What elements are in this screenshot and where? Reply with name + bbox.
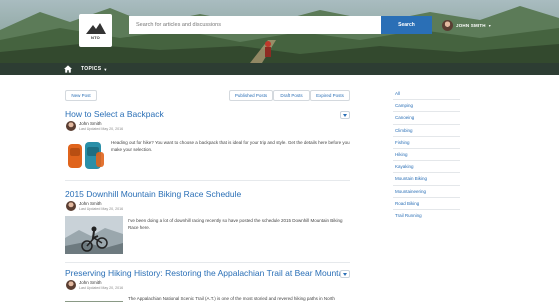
backpack-image[interactable] xyxy=(65,138,107,172)
draft-posts-button[interactable]: Draft Posts xyxy=(273,90,310,101)
divider xyxy=(65,262,350,263)
topic-road-biking[interactable]: Road Biking xyxy=(393,198,460,210)
post-excerpt: The Appalachian National Scenic Trail (A… xyxy=(128,296,335,301)
topic-mountain-biking[interactable]: Mountain Biking xyxy=(393,173,460,186)
topic-canoeing[interactable]: Canoeing xyxy=(393,112,460,125)
topic-trail-running[interactable]: Trail Running xyxy=(393,210,460,222)
expired-posts-button[interactable]: Expired Posts xyxy=(310,90,350,101)
author-avatar[interactable] xyxy=(66,121,76,131)
topic-kayaking[interactable]: Kayaking xyxy=(393,161,460,174)
nto-logo[interactable]: NTO xyxy=(79,14,112,47)
post-excerpt: Heading out for hike? You want to choose… xyxy=(111,140,350,152)
mountain-bike-image[interactable] xyxy=(65,216,123,254)
post-actions-dropdown[interactable] xyxy=(340,111,350,119)
user-name: JOHN SMITH xyxy=(456,22,486,28)
logo-text: NTO xyxy=(91,34,100,40)
avatar xyxy=(442,19,453,31)
last-updated: Last Updated May 20, 2016 xyxy=(79,286,124,290)
author-avatar[interactable] xyxy=(66,201,76,211)
appalachian-trail-image[interactable] xyxy=(65,295,123,302)
topic-fishing[interactable]: Fishing xyxy=(393,137,460,149)
author-name[interactable]: John Smith xyxy=(79,121,102,126)
author-name[interactable]: John Smith xyxy=(79,201,102,206)
topics-label: TOPICS xyxy=(81,66,102,72)
chevron-down-icon: ▼ xyxy=(103,66,108,72)
mountain-logo-icon xyxy=(85,22,106,34)
search-input[interactable] xyxy=(129,16,381,34)
topics-menu[interactable]: TOPICS ▼ xyxy=(81,66,108,72)
new-post-button[interactable]: New Post xyxy=(65,90,97,101)
user-menu[interactable]: JOHN SMITH ▾ xyxy=(442,17,491,33)
last-updated: Last Updated May 20, 2016 xyxy=(79,127,124,131)
topic-mountaineering[interactable]: Mountaineering xyxy=(393,186,460,198)
chevron-down-icon: ▾ xyxy=(488,22,491,28)
post-title-link[interactable]: Preserving Hiking History: Restoring the… xyxy=(65,268,350,278)
home-icon[interactable] xyxy=(64,65,72,73)
topics-sidebar: All Camping Canoeing Climbing Fishing Hi… xyxy=(393,88,460,222)
hero-banner: NTO Search JOHN SMITH ▾ xyxy=(0,0,559,63)
topic-hiking[interactable]: Hiking xyxy=(393,149,460,162)
search-button[interactable]: Search xyxy=(381,16,432,34)
author-avatar[interactable] xyxy=(66,280,76,290)
topic-all[interactable]: All xyxy=(393,88,460,101)
post-title-link[interactable]: How to Select a Backpack xyxy=(65,109,164,119)
navigation-bar: TOPICS ▼ xyxy=(0,63,559,75)
published-posts-button[interactable]: Published Posts xyxy=(229,90,273,101)
post-excerpt: I've been doing a lot of downhill racing… xyxy=(128,218,343,230)
topic-climbing[interactable]: Climbing xyxy=(393,125,460,137)
author-name[interactable]: John Smith xyxy=(79,280,102,285)
post-title-link[interactable]: 2015 Downhill Mountain Biking Race Sched… xyxy=(65,189,241,199)
post-actions-dropdown[interactable] xyxy=(340,270,350,278)
divider xyxy=(65,180,350,181)
topic-camping[interactable]: Camping xyxy=(393,100,460,113)
last-updated: Last Updated May 20, 2016 xyxy=(79,207,124,211)
